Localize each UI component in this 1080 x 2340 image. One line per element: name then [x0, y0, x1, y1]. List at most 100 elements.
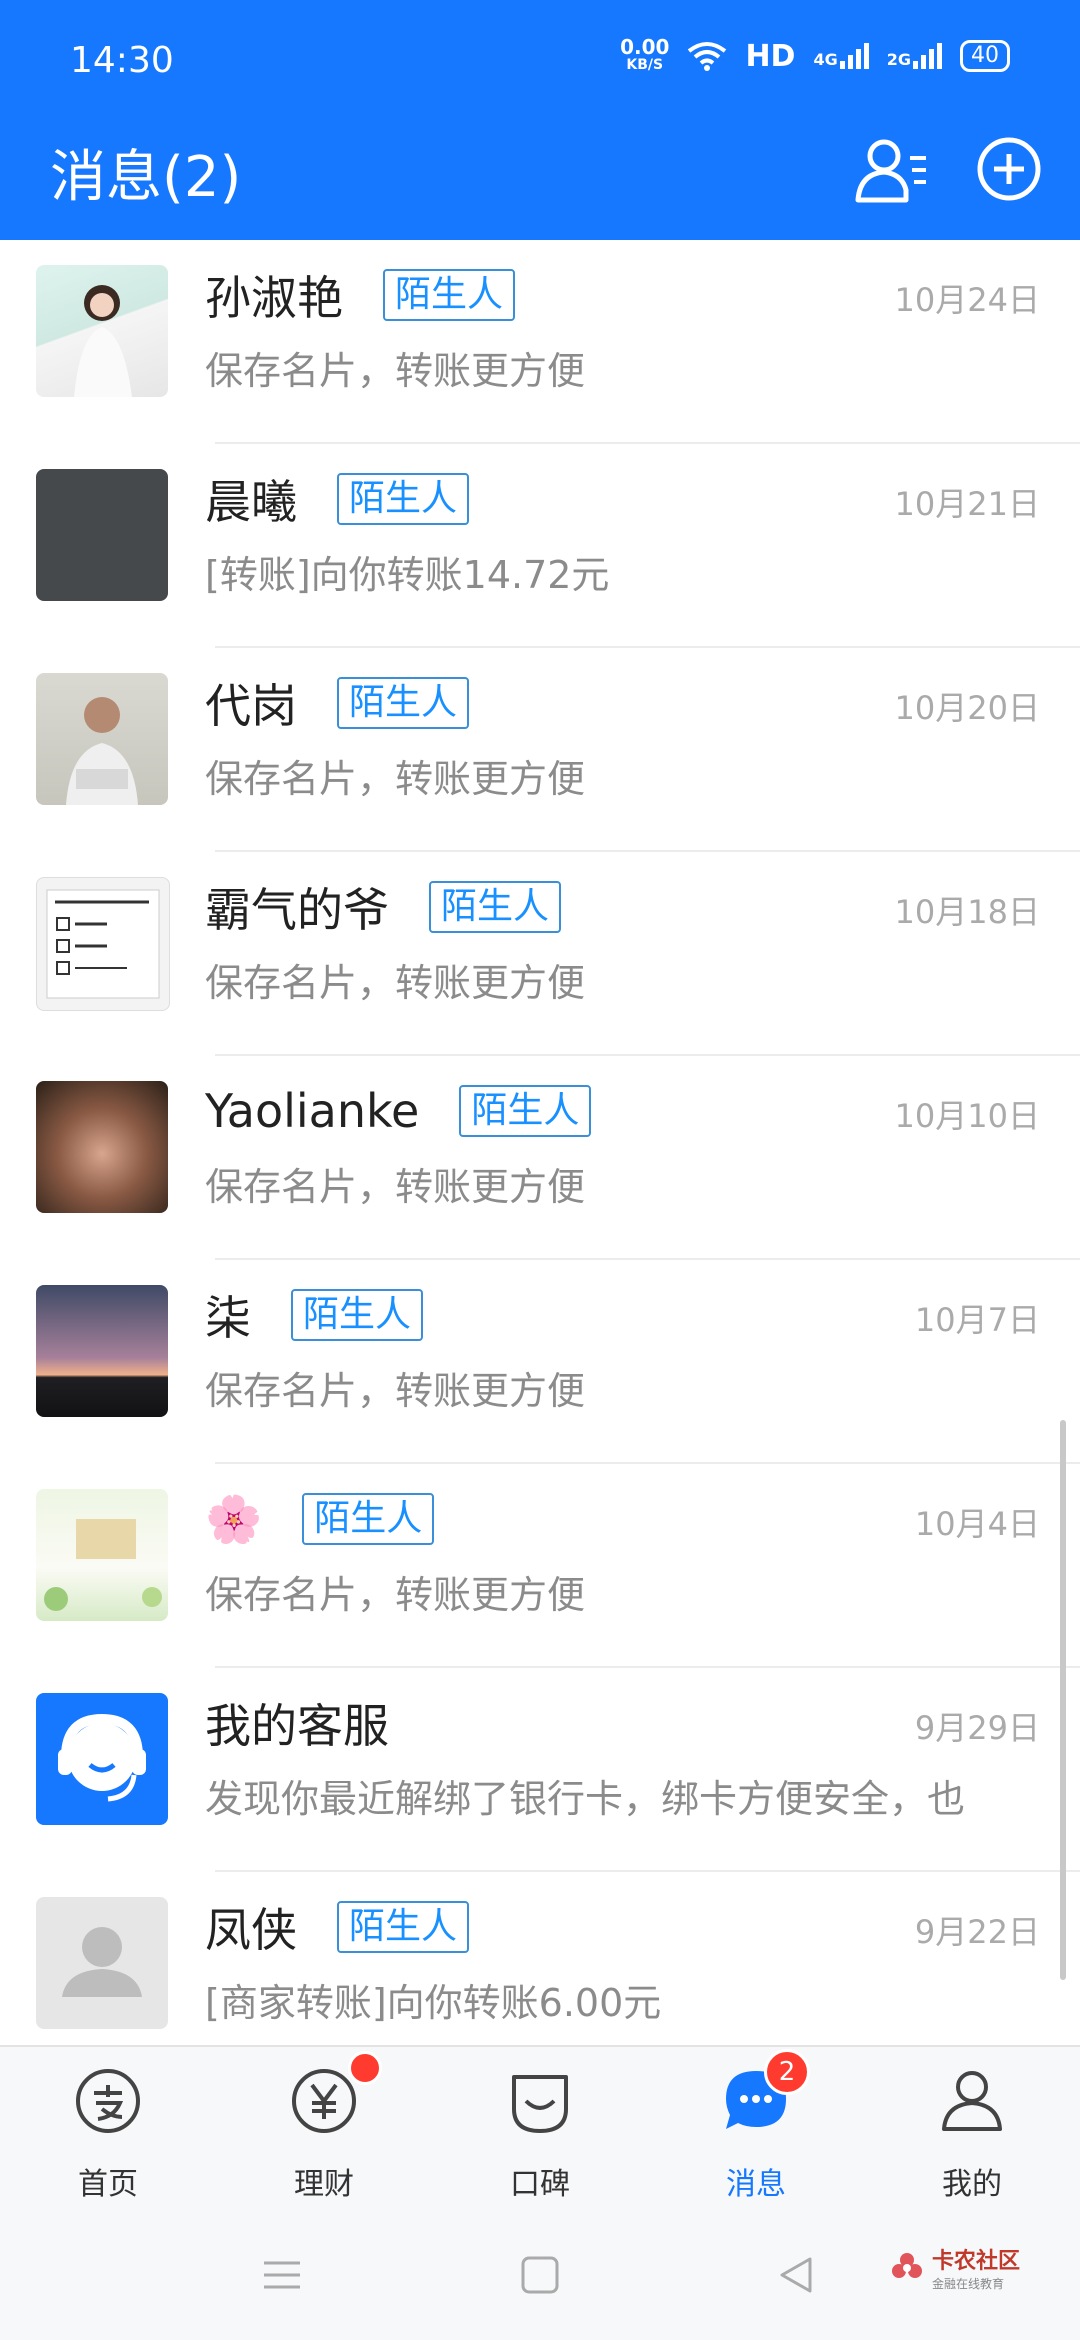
message-preview: 发现你最近解绑了银行卡，绑卡方便安全，也 — [205, 1777, 966, 1821]
tab-label: 理财 — [294, 2167, 354, 2202]
message-row[interactable]: Yaolianke 陌生人 10月10日 保存名片，转账更方便 — [0, 1056, 1080, 1260]
tab-messages[interactable]: 2 消息 — [648, 2047, 864, 2217]
message-row[interactable]: 晨曦 陌生人 10月21日 [转账]向你转账14.72元 — [0, 444, 1080, 648]
tab-label: 口碑 — [510, 2167, 570, 2202]
tab-mine[interactable]: 我的 — [864, 2047, 1080, 2217]
status-time: 14:30 — [70, 40, 174, 81]
notification-dot — [348, 2051, 382, 2085]
message-preview: 保存名片，转账更方便 — [205, 349, 586, 393]
name-line: 柒 陌生人 — [205, 1285, 424, 1345]
signal-4g-icon: 4G — [813, 43, 869, 69]
stranger-tag: 陌生人 — [337, 473, 470, 525]
contacts-icon[interactable] — [852, 130, 932, 210]
message-preview: [转账]向你转账14.72元 — [205, 553, 610, 597]
message-date: 10月24日 — [894, 281, 1040, 319]
wifi-icon — [688, 42, 727, 71]
stranger-tag: 陌生人 — [429, 881, 562, 933]
message-date: 10月18日 — [894, 893, 1040, 931]
avatar — [36, 1489, 168, 1621]
tab-home[interactable]: 首页 — [0, 2047, 216, 2217]
flower-logo-icon — [891, 2252, 922, 2278]
contact-name: 凤侠 — [205, 1903, 297, 1957]
watermark-name: 卡农社区 — [931, 2249, 1020, 2274]
message-preview: [商家转账]向你转账6.00元 — [205, 1981, 662, 2025]
message-date: 9月29日 — [914, 1709, 1040, 1747]
name-line: 我的客服 — [205, 1693, 429, 1753]
net-type-1: 4G — [813, 50, 838, 69]
watermark-logo: 卡农社区 金融在线教育 — [890, 2243, 1020, 2292]
message-preview: 保存名片，转账更方便 — [205, 1573, 586, 1617]
message-row[interactable]: 孙淑艳 陌生人 10月24日 保存名片，转账更方便 — [0, 240, 1080, 444]
avatar — [36, 1285, 168, 1417]
name-line: 🌸 陌生人 — [205, 1489, 435, 1549]
hd-label: HD — [745, 38, 796, 74]
avatar — [36, 1081, 168, 1213]
message-date: 9月22日 — [914, 1913, 1040, 1951]
message-date: 10月21日 — [894, 485, 1040, 523]
message-row[interactable]: 凤侠 陌生人 9月22日 [商家转账]向你转账6.00元 — [0, 1872, 1080, 2045]
system-nav-bar: 卡农社区 金融在线教育 — [0, 2215, 1080, 2340]
stranger-tag: 陌生人 — [291, 1289, 424, 1341]
status-icons: 0.00 KB/S HD 4G 2G 40 — [620, 35, 1010, 74]
tab-label: 首页 — [78, 2167, 138, 2202]
person-icon — [942, 2071, 1002, 2131]
message-row[interactable]: 霸气的爷 陌生人 10月18日 保存名片，转账更方便 — [0, 852, 1080, 1056]
message-date: 10月4日 — [914, 1505, 1040, 1543]
message-preview: 保存名片，转账更方便 — [205, 1369, 586, 1413]
contact-name: 代岗 — [205, 679, 297, 733]
message-row[interactable]: 代岗 陌生人 10月20日 保存名片，转账更方便 — [0, 648, 1080, 852]
unread-badge: 2 — [764, 2049, 810, 2095]
message-date: 10月20日 — [894, 689, 1040, 727]
koubei-smile-icon — [512, 2075, 568, 2133]
signal-2g-icon: 2G — [887, 43, 942, 69]
name-line: 晨曦 陌生人 — [205, 469, 470, 529]
avatar — [36, 673, 168, 805]
alipay-home-icon — [76, 2069, 140, 2133]
network-speed: 0.00 KB/S — [620, 35, 670, 74]
avatar — [36, 469, 168, 601]
contact-name: Yaolianke — [205, 1084, 420, 1138]
tab-koubei[interactable]: 口碑 — [432, 2047, 648, 2217]
message-date: 10月7日 — [914, 1301, 1040, 1339]
name-line: 霸气的爷 陌生人 — [205, 877, 562, 937]
contact-name: 柒 — [205, 1291, 251, 1345]
message-row[interactable]: 🌸 陌生人 10月4日 保存名片，转账更方便 — [0, 1464, 1080, 1668]
tab-wealth[interactable]: 理财 — [216, 2047, 432, 2217]
message-date: 10月10日 — [894, 1097, 1040, 1135]
back-icon[interactable] — [776, 2255, 816, 2295]
add-icon[interactable] — [976, 136, 1042, 202]
net-type-2: 2G — [886, 50, 911, 69]
message-preview: 保存名片，转账更方便 — [205, 757, 586, 801]
scrollbar[interactable] — [1060, 1420, 1066, 1980]
name-line: 孙淑艳 陌生人 — [205, 265, 516, 325]
message-row[interactable]: 柒 陌生人 10月7日 保存名片，转账更方便 — [0, 1260, 1080, 1464]
top-header: 14:30 0.00 KB/S HD 4G 2G 40 消息(2) — [0, 0, 1080, 240]
name-line: Yaolianke 陌生人 — [205, 1081, 592, 1141]
message-preview: 保存名片，转账更方便 — [205, 961, 586, 1005]
avatar — [36, 265, 168, 397]
battery-icon: 40 — [960, 40, 1010, 72]
stranger-tag: 陌生人 — [337, 1901, 470, 1953]
default-avatar — [36, 1897, 168, 2029]
contact-name: 霸气的爷 — [205, 883, 389, 937]
headset-icon — [58, 1713, 146, 1802]
contact-name: 我的客服 — [205, 1699, 389, 1753]
contact-name: 孙淑艳 — [205, 271, 343, 325]
tab-label: 我的 — [942, 2167, 1002, 2202]
speed-value: 0.00 — [620, 35, 670, 59]
message-list[interactable]: 孙淑艳 陌生人 10月24日 保存名片，转账更方便 晨曦 陌生人 10月21日 … — [0, 240, 1080, 2045]
page-title: 消息(2) — [50, 145, 242, 210]
customer-service-avatar — [36, 1693, 168, 1825]
stranger-tag: 陌生人 — [383, 269, 516, 321]
menu-icon[interactable] — [262, 2255, 302, 2295]
bottom-tab-bar: 首页 理财 口碑 2 消息 我的 — [0, 2045, 1080, 2217]
message-row[interactable]: 我的客服 9月29日 发现你最近解绑了银行卡，绑卡方便安全，也 — [0, 1668, 1080, 1872]
stranger-tag: 陌生人 — [337, 677, 470, 729]
watermark-sub: 金融在线教育 — [931, 2277, 1004, 2291]
name-line: 代岗 陌生人 — [205, 673, 470, 733]
avatar — [36, 877, 170, 1011]
stranger-tag: 陌生人 — [459, 1085, 592, 1137]
stranger-tag: 陌生人 — [302, 1493, 435, 1545]
contact-name: 🌸 — [205, 1491, 263, 1546]
home-button-icon[interactable] — [520, 2255, 560, 2295]
